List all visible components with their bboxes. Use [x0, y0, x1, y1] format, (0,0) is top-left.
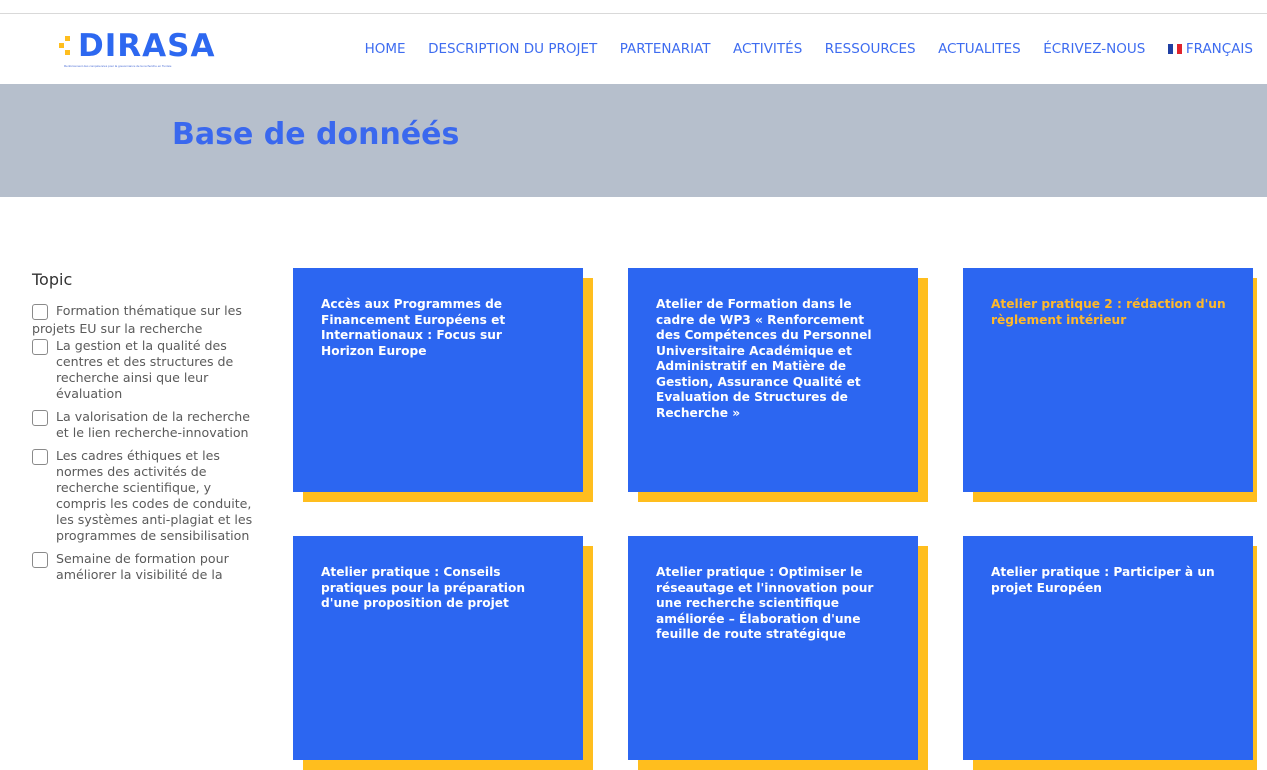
- page-title: Base de donnéés: [172, 117, 460, 152]
- language-label: FRANÇAIS: [1185, 41, 1253, 57]
- topic-filter-item[interactable]: La valorisation de la recherche et le li…: [32, 409, 254, 441]
- nav-home[interactable]: HOME: [365, 41, 406, 57]
- topic-filter-item[interactable]: La gestion et la qualité des centres et …: [32, 338, 254, 402]
- topic-checkbox[interactable]: [32, 449, 48, 465]
- card-title[interactable]: Atelier pratique : Optimiser le réseauta…: [656, 565, 892, 643]
- topic-filter-item[interactable]: Semaine de formation pour améliorer la v…: [32, 551, 254, 583]
- card-face: Atelier pratique : Conseils pratiques po…: [293, 536, 583, 760]
- resource-card[interactable]: Atelier pratique 2 : rédaction d'un règl…: [963, 268, 1257, 502]
- card-title[interactable]: Atelier de Formation dans le cadre de WP…: [656, 297, 892, 421]
- topic-filter-sidebar: Topic Formation thématique sur les proje…: [32, 270, 254, 590]
- topic-checkbox[interactable]: [32, 552, 48, 568]
- resource-card[interactable]: Accès aux Programmes de Financement Euro…: [293, 268, 593, 502]
- resource-card[interactable]: Atelier de Formation dans le cadre de WP…: [628, 268, 928, 502]
- topic-checkbox[interactable]: [32, 304, 48, 320]
- topic-checkbox[interactable]: [32, 410, 48, 426]
- card-face: Atelier pratique : Optimiser le réseauta…: [628, 536, 918, 760]
- nav-ecrivez-nous[interactable]: ÉCRIVEZ-NOUS: [1043, 41, 1145, 57]
- resource-card[interactable]: Atelier pratique : Participer à un proje…: [963, 536, 1257, 770]
- nav-actualites[interactable]: ACTUALITES: [938, 41, 1021, 57]
- card-face: Atelier pratique : Participer à un proje…: [963, 536, 1253, 760]
- card-face: Atelier de Formation dans le cadre de WP…: [628, 268, 918, 492]
- card-title[interactable]: Atelier pratique : Conseils pratiques po…: [321, 565, 557, 612]
- french-flag-icon: [1167, 44, 1182, 54]
- logo-wordmark: DIRASA: [78, 28, 216, 64]
- topic-filter-label: Les cadres éthiques et les normes des ac…: [56, 448, 253, 543]
- topic-checkbox[interactable]: [32, 339, 48, 355]
- nav-language-selector[interactable]: FRANÇAIS: [1167, 41, 1253, 57]
- topic-filter-item[interactable]: Les cadres éthiques et les normes des ac…: [32, 448, 254, 544]
- topic-filter-label: La valorisation de la recherche et le li…: [56, 409, 251, 440]
- nav-activites[interactable]: ACTIVITÉS: [733, 41, 802, 57]
- page-banner: Base de donnéés: [0, 84, 1267, 197]
- main-nav: HOME DESCRIPTION DU PROJET PARTENARIAT A…: [365, 41, 1253, 57]
- card-title[interactable]: Atelier pratique : Participer à un proje…: [991, 565, 1227, 596]
- logo-tagline: Renforcement des compétences pour la gou…: [64, 64, 172, 68]
- card-face: Accès aux Programmes de Financement Euro…: [293, 268, 583, 492]
- site-header: DIRASA Renforcement des compétences pour…: [0, 14, 1267, 84]
- topic-filter-label: Formation thématique sur les projets EU …: [32, 303, 242, 336]
- card-title[interactable]: Atelier pratique 2 : rédaction d'un règl…: [991, 297, 1227, 328]
- topic-filter-label: Semaine de formation pour améliorer la v…: [56, 551, 229, 582]
- nav-description-du-projet[interactable]: DESCRIPTION DU PROJET: [428, 41, 597, 57]
- nav-ressources[interactable]: RESSOURCES: [825, 41, 916, 57]
- topic-filter-item[interactable]: Formation thématique sur les projets EU …: [32, 303, 242, 336]
- resource-card[interactable]: Atelier pratique : Optimiser le réseauta…: [628, 536, 928, 770]
- card-face: Atelier pratique 2 : rédaction d'un règl…: [963, 268, 1253, 492]
- topic-heading: Topic: [32, 270, 73, 289]
- card-title[interactable]: Accès aux Programmes de Financement Euro…: [321, 297, 557, 359]
- resource-card[interactable]: Atelier pratique : Conseils pratiques po…: [293, 536, 593, 770]
- topic-filter-label: La gestion et la qualité des centres et …: [56, 338, 234, 401]
- nav-partenariat[interactable]: PARTENARIAT: [620, 41, 711, 57]
- site-logo[interactable]: DIRASA Renforcement des compétences pour…: [56, 28, 214, 72]
